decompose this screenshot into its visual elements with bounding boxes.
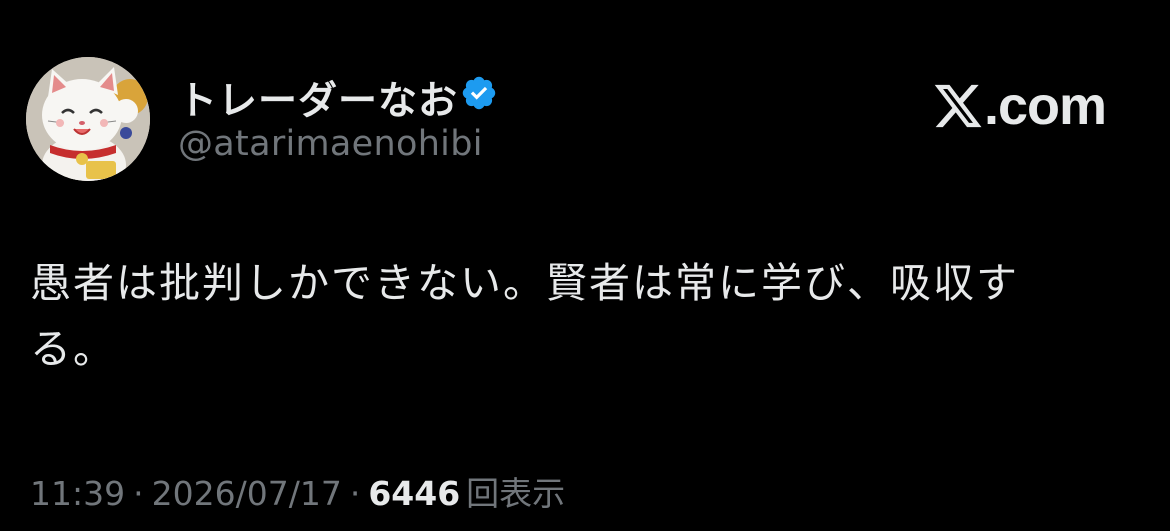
meta-separator: · [133,474,144,513]
author-display-name[interactable]: トレーダーなお [178,70,458,126]
views-label[interactable]: 回表示 [466,467,565,515]
post-date[interactable]: 2026/07/17 [152,474,342,513]
author-handle[interactable]: @atarimaenohibi [178,124,483,164]
x-logo-icon [934,84,982,128]
brand-domain-text: .com [984,76,1107,136]
views-count[interactable]: 6446 [368,474,460,513]
post-text: 愚者は批判しかできない。賢者は常に学び、吸収する。 [30,259,1019,373]
avatar[interactable] [26,57,150,181]
meta-separator: · [349,474,361,513]
post-meta: 11:39 · 2026/07/17 · 6446 回表示 [30,467,565,515]
lucky-cat-icon [26,57,150,181]
verified-badge-icon[interactable] [460,74,498,112]
x-brand-watermark: .com [932,76,1107,136]
post-time[interactable]: 11:39 [30,474,125,513]
